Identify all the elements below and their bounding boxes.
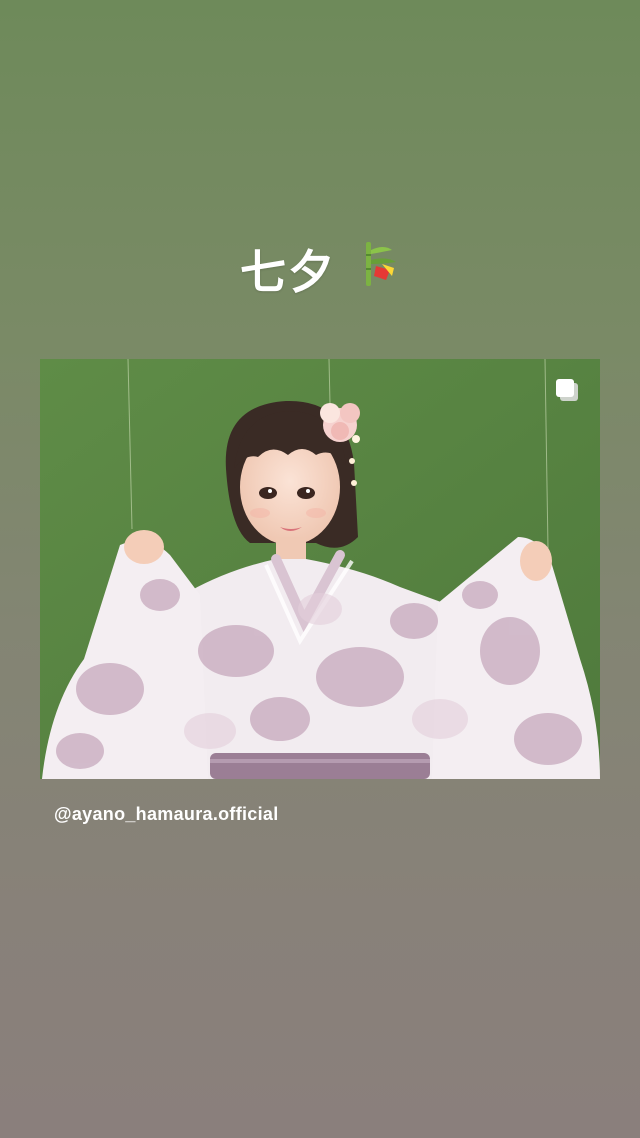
tanabata-tree-icon [360, 240, 400, 299]
caption-text: 七夕 [239, 245, 336, 299]
story-caption: 七夕 [0, 236, 640, 302]
carousel-icon [554, 377, 580, 403]
portrait-photo [40, 359, 600, 779]
post-handle[interactable]: @ayano_hamaura.official [54, 804, 279, 825]
post-card[interactable] [40, 359, 600, 779]
